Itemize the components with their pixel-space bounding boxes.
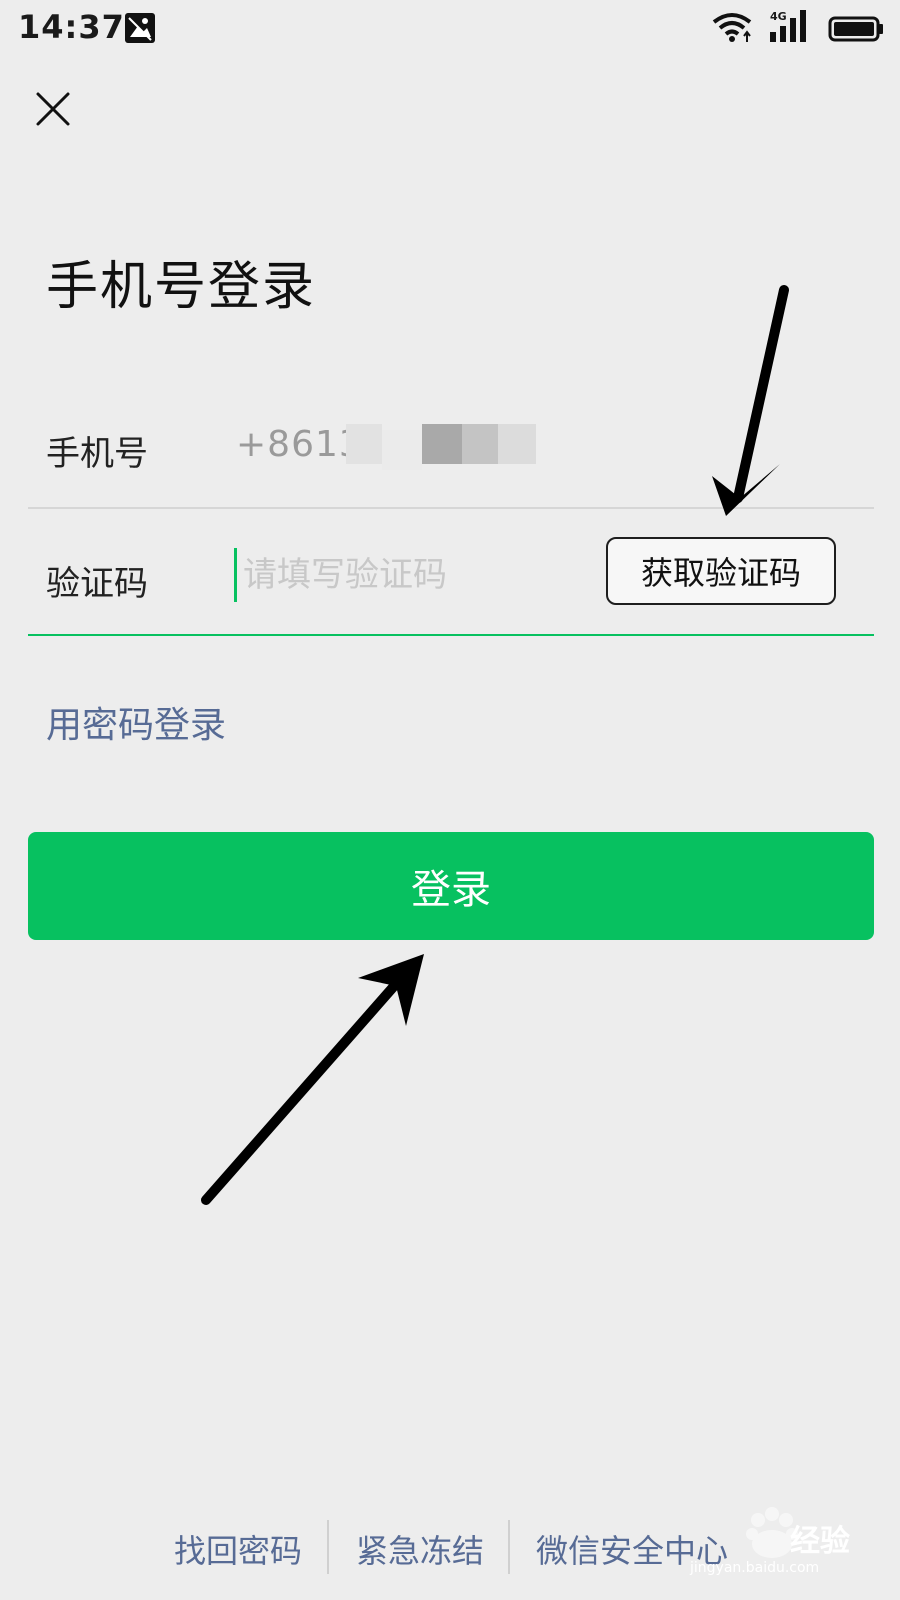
- battery-icon: [828, 16, 883, 42]
- code-label: 验证码: [46, 564, 148, 604]
- footer-link-recover-password[interactable]: 找回密码: [174, 1526, 302, 1572]
- divider: [28, 507, 874, 509]
- photo-icon: [125, 13, 155, 43]
- phone-value[interactable]: +8613: [236, 424, 363, 465]
- login-button[interactable]: 登录: [28, 832, 874, 940]
- wifi-icon: [712, 13, 752, 42]
- annotation-arrows: [201, 285, 789, 1205]
- phone-label: 手机号: [46, 434, 148, 474]
- signal-icon: [770, 10, 806, 42]
- get-code-button[interactable]: 获取验证码: [606, 537, 836, 605]
- arrow-to-get-code-icon: [712, 285, 789, 516]
- close-icon[interactable]: [30, 86, 76, 132]
- footer-separator: [508, 1520, 510, 1574]
- baidu-watermark-logo: [746, 1507, 798, 1558]
- active-divider: [28, 634, 874, 636]
- footer-link-emergency-freeze[interactable]: 紧急冻结: [356, 1526, 484, 1572]
- verification-code-input[interactable]: [234, 548, 583, 602]
- status-time: 14:37: [18, 8, 125, 46]
- watermark-url: jingyan.baidu.com: [690, 1560, 820, 1576]
- arrow-to-login-icon: [201, 954, 424, 1205]
- page-title: 手机号登录: [46, 257, 317, 317]
- watermark-text: 经验: [790, 1524, 850, 1559]
- password-login-link[interactable]: 用密码登录: [46, 696, 226, 748]
- footer-separator: [327, 1520, 329, 1574]
